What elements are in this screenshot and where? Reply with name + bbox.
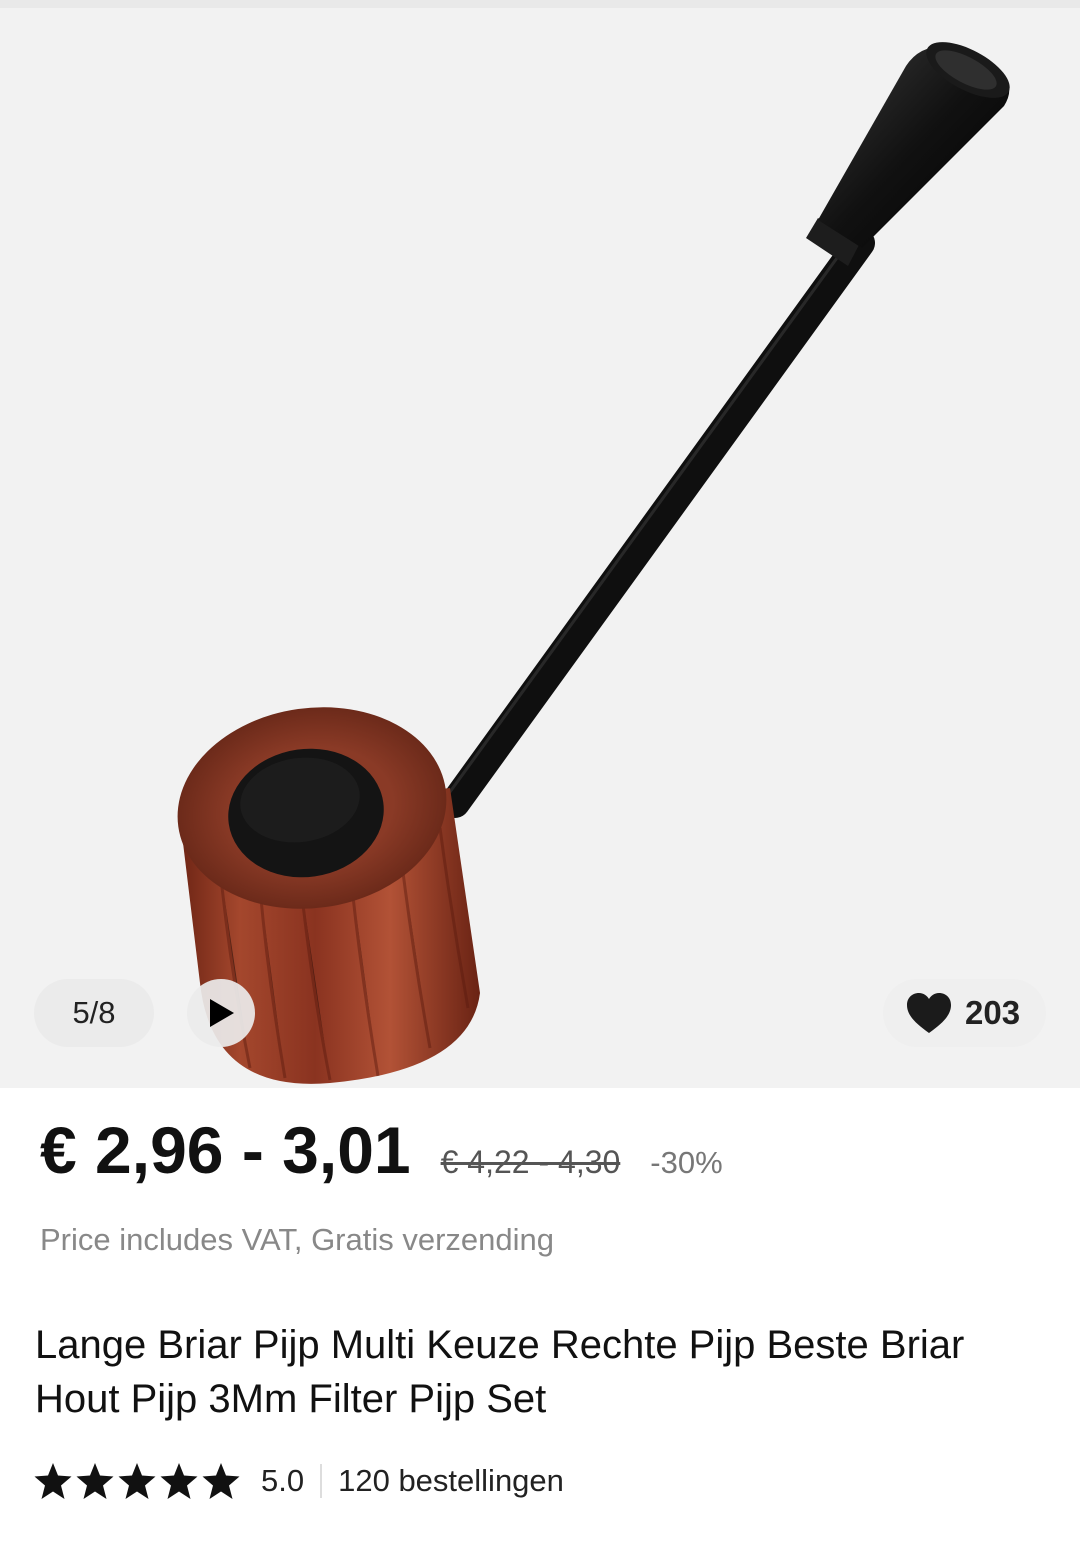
star-icon [118,1463,156,1499]
rating-row[interactable]: 5.0 120 bestellingen [33,1458,564,1504]
product-title: Lange Briar Pijp Multi Keuze Rechte Pijp… [35,1323,965,1421]
rating-value: 5.0 [261,1463,305,1498]
orders-count: 120 bestellingen [338,1463,564,1498]
status-strip [0,0,1080,8]
play-video-button[interactable] [187,979,255,1047]
product-image-gallery[interactable]: 5/8 203 [0,8,1080,1088]
star-rating [33,1461,241,1501]
heart-icon [907,993,951,1033]
original-price: € 4,22 - 4,30 [440,1144,621,1180]
image-counter-text: 5/8 [72,995,116,1030]
play-icon [210,999,234,1027]
current-price: € 2,96 - 3,01 [40,1113,411,1187]
discount-badge: -30% [650,1145,723,1180]
star-icon [76,1463,114,1499]
wishlist-count: 203 [965,994,1021,1031]
divider [320,1464,323,1498]
star-icon [202,1463,240,1499]
star-icon [160,1463,198,1499]
image-counter: 5/8 [34,979,154,1047]
vat-note: Price includes VAT, Gratis verzending [40,1222,555,1257]
wishlist-button[interactable]: 203 [883,979,1046,1047]
price-row: € 2,96 - 3,01 € 4,22 - 4,30 -30% [40,1112,1040,1202]
star-icon [34,1463,72,1499]
product-image[interactable] [0,8,1080,1088]
